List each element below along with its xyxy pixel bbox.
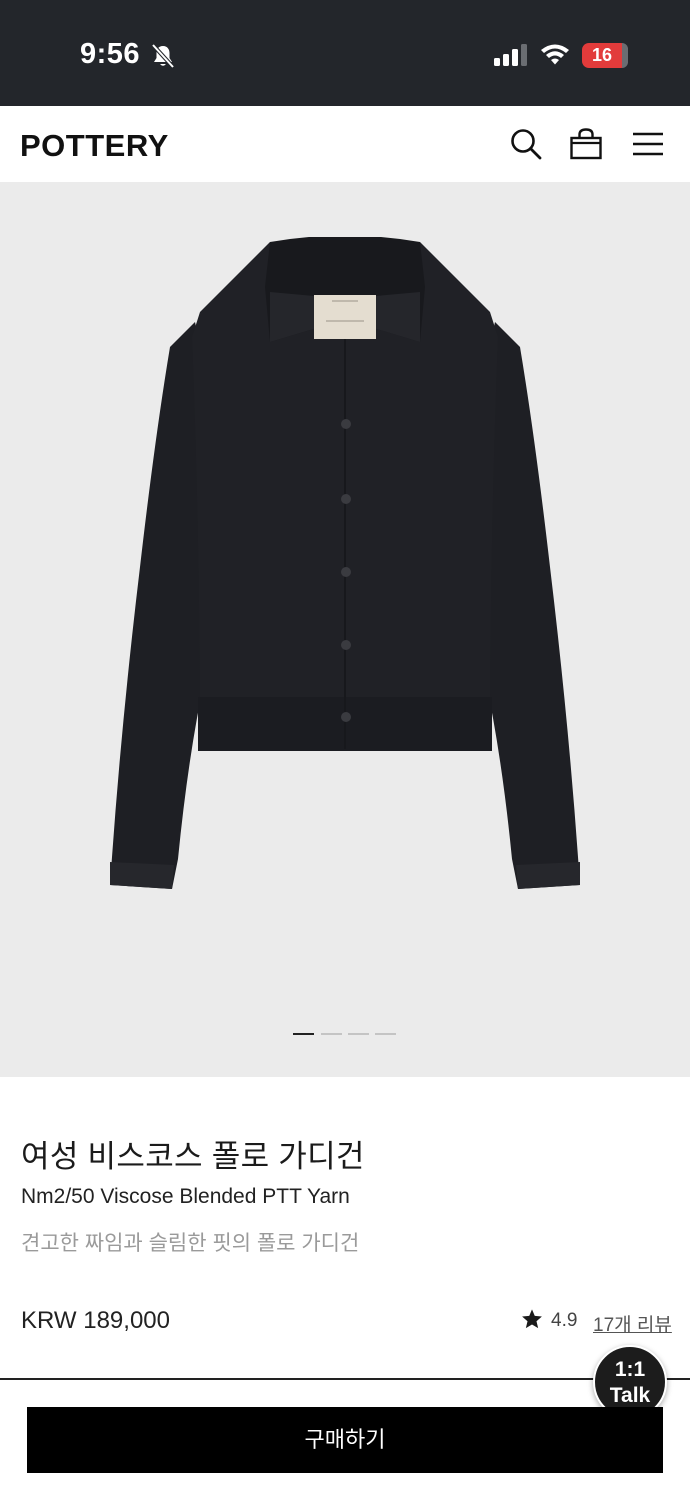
page-dot-active[interactable] bbox=[293, 1033, 314, 1035]
chat-label-line1: 1:1 bbox=[614, 1358, 646, 1381]
rating-value: 4.9 bbox=[551, 1310, 578, 1331]
product-title: 여성 비스코스 폴로 가디건 bbox=[21, 1139, 365, 1174]
reviews-link[interactable]: 17개 리뷰 bbox=[593, 1310, 672, 1337]
page-dot[interactable] bbox=[375, 1033, 396, 1035]
product-price: KRW 189,000 bbox=[21, 1307, 170, 1334]
site-header: POTTERY bbox=[0, 106, 690, 182]
divider bbox=[0, 1378, 690, 1380]
product-info: 여성 비스코스 폴로 가디건 Nm2/50 Viscose Blended PT… bbox=[0, 1077, 690, 1379]
bell-slash-icon bbox=[151, 43, 175, 69]
battery-level: 16 bbox=[591, 45, 613, 65]
status-time: 9:56 bbox=[80, 38, 141, 70]
battery-icon: 16 bbox=[582, 43, 628, 68]
page-dot[interactable] bbox=[321, 1033, 342, 1035]
product-subtitle: Nm2/50 Viscose Blended PTT Yarn bbox=[21, 1185, 350, 1208]
page-dot[interactable] bbox=[348, 1033, 369, 1035]
search-icon[interactable] bbox=[508, 126, 544, 162]
chat-label-line2: Talk bbox=[609, 1384, 651, 1407]
brand-logo[interactable]: POTTERY bbox=[20, 128, 169, 164]
star-icon bbox=[522, 1309, 542, 1329]
product-description: 견고한 짜임과 슬림한 핏의 폴로 가디건 bbox=[21, 1232, 360, 1255]
menu-icon[interactable] bbox=[630, 126, 666, 162]
shopping-bag-icon[interactable] bbox=[568, 126, 604, 162]
status-bar: 9:56 16 bbox=[0, 0, 690, 106]
wifi-icon bbox=[541, 44, 569, 65]
buy-button[interactable]: 구매하기 bbox=[27, 1407, 663, 1473]
signal-icon bbox=[494, 44, 527, 66]
rating: 4.9 17개 리뷰 bbox=[521, 1307, 672, 1336]
product-gallery[interactable] bbox=[0, 182, 690, 1077]
battery-remaining bbox=[622, 43, 628, 68]
product-image[interactable] bbox=[100, 237, 590, 897]
